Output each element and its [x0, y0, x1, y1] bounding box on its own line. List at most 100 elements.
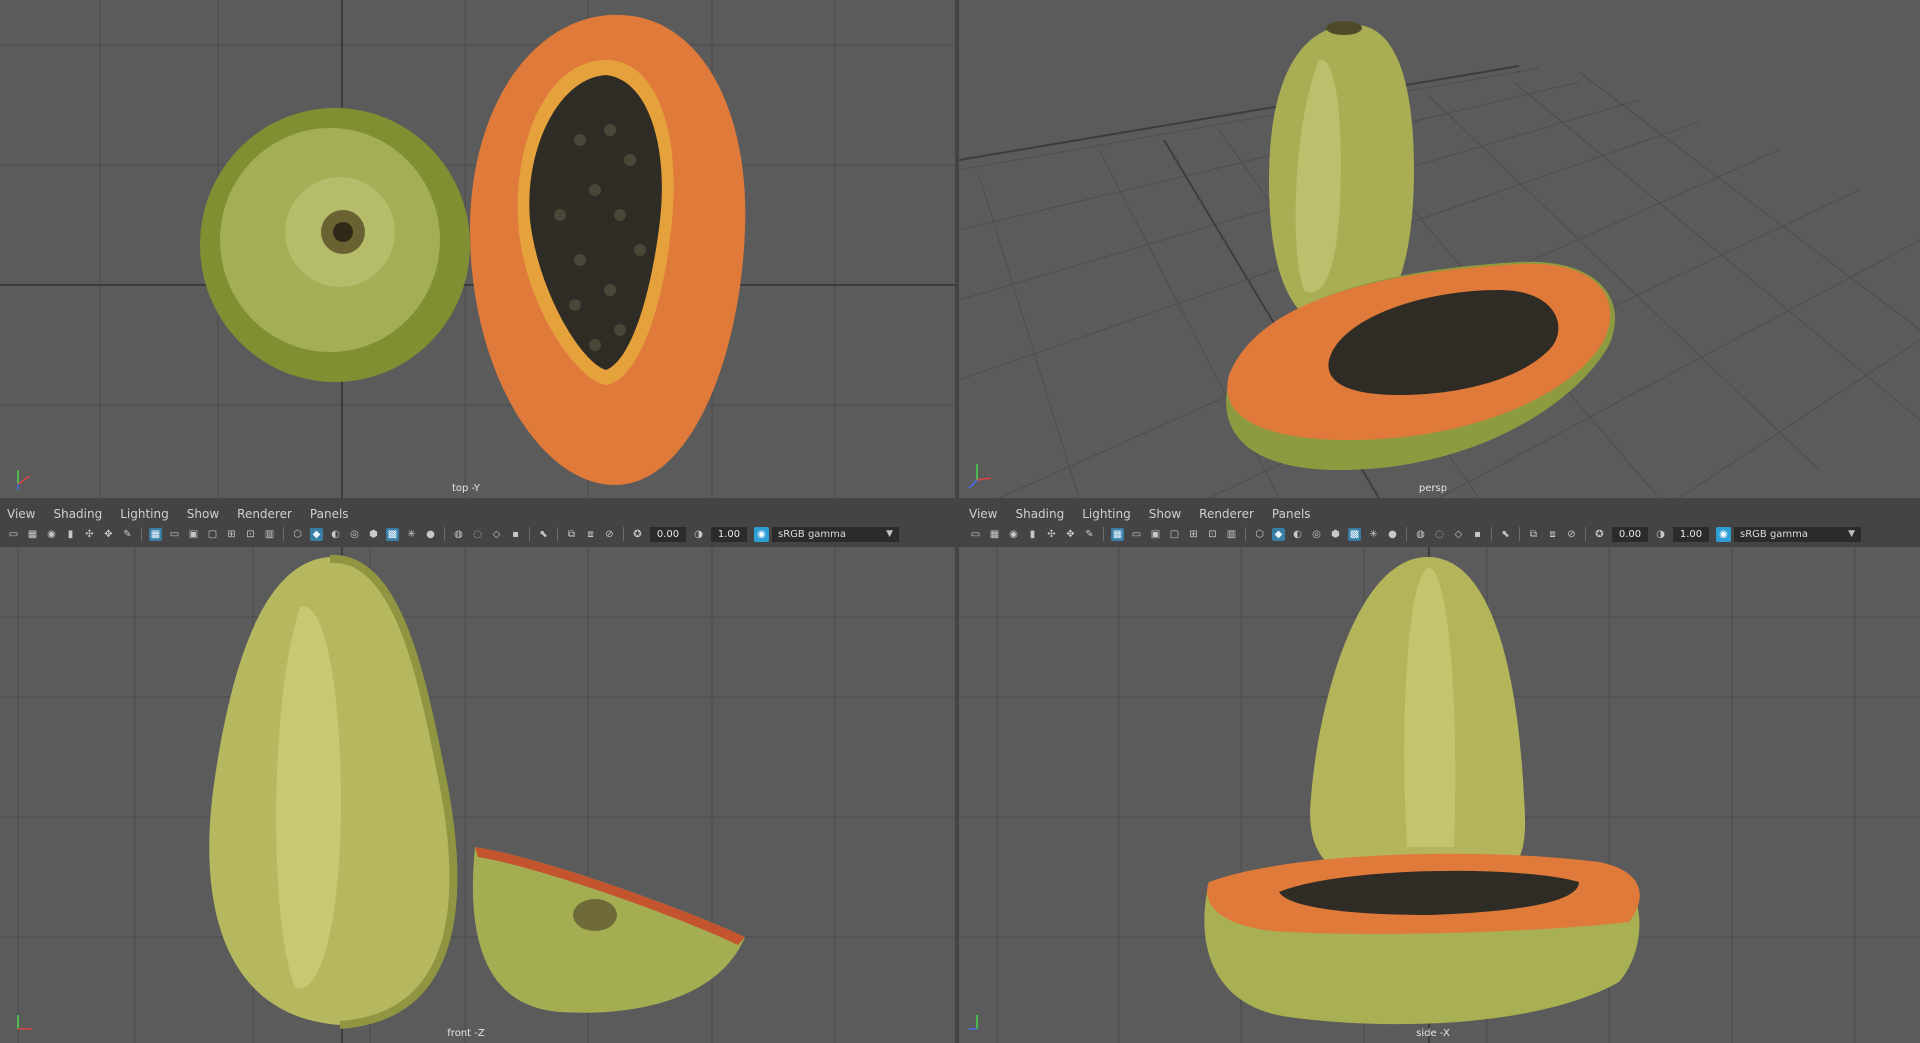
guides-icon[interactable]: ⊡	[244, 528, 257, 541]
menu-panels[interactable]: Panels	[1272, 507, 1311, 521]
menu-renderer[interactable]: Renderer	[1199, 507, 1254, 521]
camera-select-icon[interactable]: ◉	[1007, 528, 1020, 541]
exposure-icon[interactable]: ✪	[1593, 528, 1606, 541]
xray-icon[interactable]: ◍	[1414, 528, 1427, 541]
shaded-icon[interactable]: ◆	[1272, 527, 1285, 541]
menu-shading[interactable]: Shading	[1015, 507, 1064, 521]
film-gate-icon[interactable]: ▭	[168, 528, 181, 541]
isolate-select-icon[interactable]: ▪	[1471, 528, 1484, 541]
colorspace-dropdown[interactable]: sRGB gamma ▼	[1734, 526, 1861, 542]
menu-lighting[interactable]: Lighting	[120, 507, 169, 521]
isolate-icon[interactable]: ◇	[1452, 528, 1465, 541]
xray-joints-icon[interactable]: ◌	[471, 528, 484, 541]
pan-icon[interactable]: ✥	[1064, 528, 1077, 541]
move-icon[interactable]: ✣	[83, 528, 96, 541]
bookmark-icon[interactable]: ▮	[1026, 528, 1039, 541]
viewport-side[interactable]: side -X	[959, 547, 1920, 1043]
viewport-top-canvas	[0, 0, 955, 498]
camera-icon[interactable]: ▭	[7, 528, 20, 541]
safe-action-icon[interactable]: ▢	[1168, 528, 1181, 541]
bookmark-icon[interactable]: ▮	[64, 528, 77, 541]
menu-view[interactable]: View	[7, 507, 35, 521]
film-icon[interactable]: ▦	[988, 528, 1001, 541]
menu-view[interactable]: View	[969, 507, 997, 521]
panel-toolbar-right: ▭ ▦ ◉ ▮ ✣ ✥ ✎ ▦ ▭ ▣ ▢ ⊞ ⊡ ▥ ⬡ ◆ ◐ ◎ ⬢ ▩ …	[966, 523, 1920, 545]
wire-on-shaded-icon[interactable]: ◎	[348, 528, 361, 541]
viewport-persp[interactable]: persp	[959, 0, 1920, 498]
light-icon[interactable]: ✳	[405, 528, 418, 541]
antialias-icon[interactable]: ⊘	[1565, 528, 1578, 541]
camera-icon[interactable]: ▭	[969, 528, 982, 541]
light-icon[interactable]: ✳	[1367, 528, 1380, 541]
colorspace-icon[interactable]: ◉	[754, 526, 769, 542]
colorspace-value: sRGB gamma	[778, 528, 847, 540]
exposure-field[interactable]: 0.00	[1612, 526, 1648, 542]
grid-icon[interactable]: ▦	[149, 527, 162, 541]
texture-icon[interactable]: ⬢	[367, 528, 380, 541]
shadows-icon[interactable]: ●	[424, 528, 437, 541]
menu-show[interactable]: Show	[187, 507, 219, 521]
ao-icon[interactable]: ⧉	[1527, 528, 1540, 541]
menu-lighting[interactable]: Lighting	[1082, 507, 1131, 521]
ao-icon[interactable]: ⧉	[565, 528, 578, 541]
resolution-gate-icon[interactable]: ▣	[1149, 528, 1162, 541]
colorspace-value: sRGB gamma	[1740, 528, 1809, 540]
xray-joints-icon[interactable]: ◌	[1433, 528, 1446, 541]
guides-icon[interactable]: ⊡	[1206, 528, 1219, 541]
columns-icon[interactable]: ▥	[1225, 528, 1238, 541]
columns-icon[interactable]: ▥	[263, 528, 276, 541]
isolate-select-icon[interactable]: ▪	[509, 528, 522, 541]
move-icon[interactable]: ✣	[1045, 528, 1058, 541]
colorspace-dropdown[interactable]: sRGB gamma ▼	[772, 526, 899, 542]
field-chart-icon[interactable]: ⊞	[1187, 528, 1200, 541]
panel-toolbar-left: ▭ ▦ ◉ ▮ ✣ ✥ ✎ ▦ ▭ ▣ ▢ ⊞ ⊡ ▥ ⬡ ◆ ◐ ◎ ⬢ ▩ …	[4, 523, 955, 545]
chevron-down-icon: ▼	[886, 528, 893, 539]
panel-menubar-left: View Shading Lighting Show Renderer Pane…	[0, 505, 955, 523]
pan-icon[interactable]: ✥	[102, 528, 115, 541]
film-gate-icon[interactable]: ▭	[1130, 528, 1143, 541]
camera-label: side -X	[1416, 1028, 1450, 1039]
xray-icon[interactable]: ◍	[452, 528, 465, 541]
gamma-icon[interactable]: ◑	[692, 528, 705, 541]
select-icon[interactable]: ⬉	[1499, 528, 1512, 541]
viewport-front[interactable]: front -Z	[0, 547, 955, 1043]
brush-icon[interactable]: ✎	[1083, 528, 1096, 541]
film-icon[interactable]: ▦	[26, 528, 39, 541]
textured-icon[interactable]: ▩	[386, 527, 399, 541]
wireframe-icon[interactable]: ⬡	[291, 528, 304, 541]
camera-label: front -Z	[447, 1028, 485, 1039]
grid-icon[interactable]: ▦	[1111, 527, 1124, 541]
select-icon[interactable]: ⬉	[537, 528, 550, 541]
gamma-icon[interactable]: ◑	[1654, 528, 1667, 541]
texture-icon[interactable]: ⬢	[1329, 528, 1342, 541]
antialias-icon[interactable]: ⊘	[603, 528, 616, 541]
shaded-wire-icon[interactable]: ◐	[329, 528, 342, 541]
textured-icon[interactable]: ▩	[1348, 527, 1361, 541]
gamma-field[interactable]: 1.00	[711, 526, 747, 542]
colorspace-icon[interactable]: ◉	[1716, 526, 1731, 542]
resolution-gate-icon[interactable]: ▣	[187, 528, 200, 541]
wireframe-icon[interactable]: ⬡	[1253, 528, 1266, 541]
motion-blur-icon[interactable]: ⧈	[584, 528, 597, 541]
safe-action-icon[interactable]: ▢	[206, 528, 219, 541]
viewport-top[interactable]: top -Y	[0, 0, 955, 498]
menu-renderer[interactable]: Renderer	[237, 507, 292, 521]
isolate-icon[interactable]: ◇	[490, 528, 503, 541]
exposure-field[interactable]: 0.00	[650, 526, 686, 542]
gamma-field[interactable]: 1.00	[1673, 526, 1709, 542]
camera-label: top -Y	[451, 483, 481, 494]
exposure-icon[interactable]: ✪	[631, 528, 644, 541]
shaded-icon[interactable]: ◆	[310, 527, 323, 541]
wire-on-shaded-icon[interactable]: ◎	[1310, 528, 1323, 541]
menu-show[interactable]: Show	[1149, 507, 1181, 521]
viewport-side-canvas	[959, 547, 1920, 1043]
camera-select-icon[interactable]: ◉	[45, 528, 58, 541]
motion-blur-icon[interactable]: ⧈	[1546, 528, 1559, 541]
viewport-front-canvas	[0, 547, 955, 1043]
field-chart-icon[interactable]: ⊞	[225, 528, 238, 541]
shadows-icon[interactable]: ●	[1386, 528, 1399, 541]
brush-icon[interactable]: ✎	[121, 528, 134, 541]
menu-panels[interactable]: Panels	[310, 507, 349, 521]
shaded-wire-icon[interactable]: ◐	[1291, 528, 1304, 541]
menu-shading[interactable]: Shading	[53, 507, 102, 521]
